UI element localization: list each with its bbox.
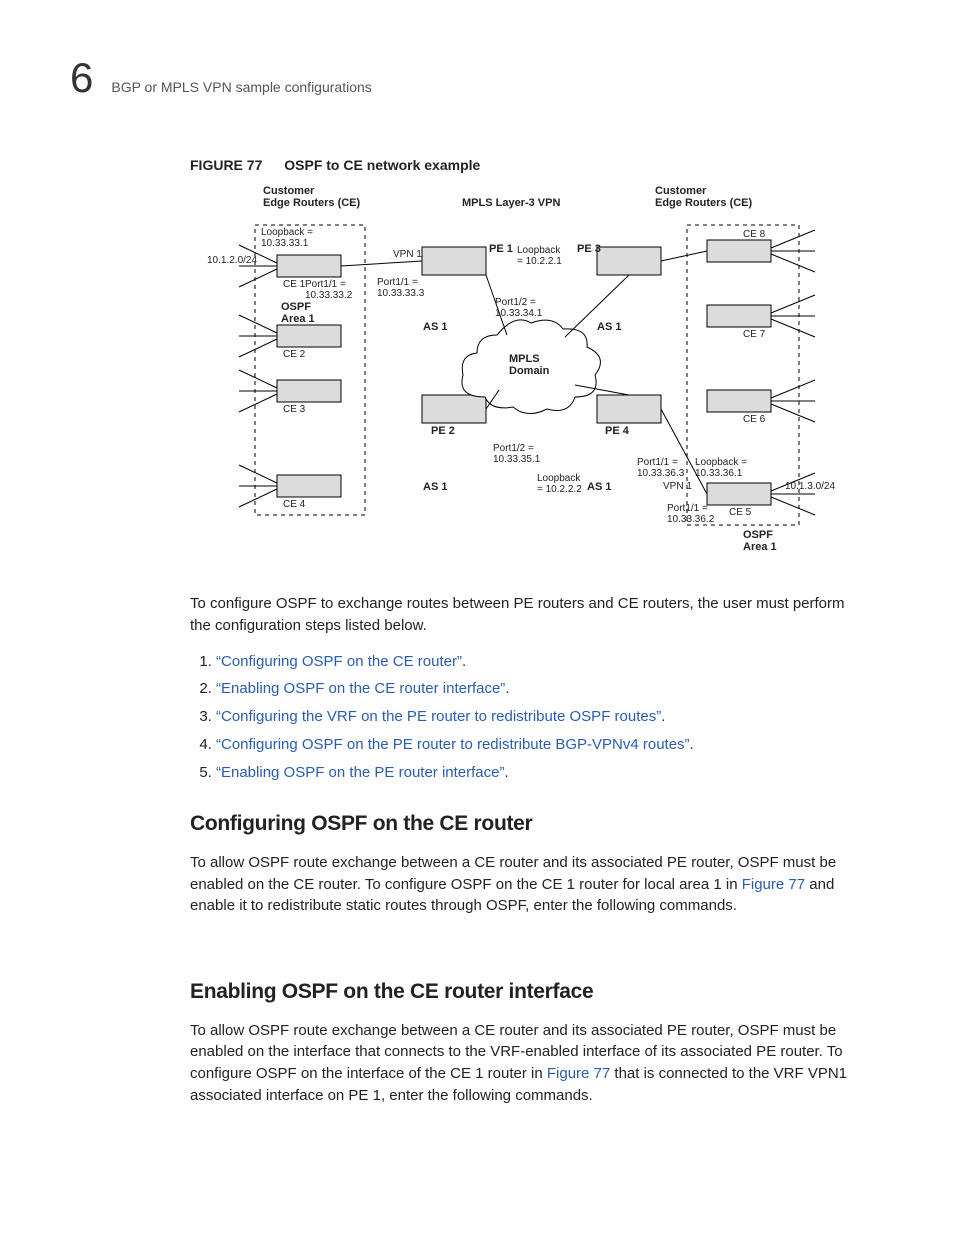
step-link[interactable]: “Configuring the VRF on the PE router to… bbox=[216, 708, 661, 725]
label-pe3: PE 3 bbox=[577, 243, 601, 255]
label-r-port-b: Port1/1 = 10.33.36.2 bbox=[667, 503, 714, 525]
figure-caption: FIGURE 77 OSPF to CE network example bbox=[190, 155, 864, 175]
label-pe1: PE 1 bbox=[489, 243, 513, 255]
step-link[interactable]: “Enabling OSPF on the CE router interfac… bbox=[216, 680, 505, 697]
label-pe2-lb: Loopback = 10.2.2.2 bbox=[537, 473, 582, 495]
step-link[interactable]: “Enabling OSPF on the PE router interfac… bbox=[216, 764, 504, 781]
label-ce6: CE 6 bbox=[743, 414, 765, 425]
list-item: “Configuring the VRF on the PE router to… bbox=[216, 706, 864, 728]
label-as1b: AS 1 bbox=[423, 481, 447, 493]
label-r-lb: Loopback = 10.33.36.1 bbox=[695, 457, 747, 479]
figure-title: OSPF to CE network example bbox=[284, 157, 480, 173]
label-ce8: CE 8 bbox=[743, 229, 765, 240]
label-pe1-lb: Loopback = 10.2.2.1 bbox=[517, 245, 562, 267]
label-pe4: PE 4 bbox=[605, 425, 629, 437]
step-link[interactable]: “Configuring OSPF on the PE router to re… bbox=[216, 736, 690, 753]
label-ce7: CE 7 bbox=[743, 329, 765, 340]
section2-paragraph: To allow OSPF route exchange between a C… bbox=[190, 1020, 864, 1107]
list-item: “Enabling OSPF on the CE router interfac… bbox=[216, 678, 864, 700]
chapter-number: 6 bbox=[70, 48, 93, 109]
figure-label: FIGURE 77 bbox=[190, 157, 262, 173]
section1-paragraph: To allow OSPF route exchange between a C… bbox=[190, 852, 864, 917]
label-r-port-a: Port1/1 = 10.33.36.3 bbox=[637, 457, 684, 479]
label-as1c: AS 1 bbox=[587, 481, 611, 493]
section-heading-configure-ce: Configuring OSPF on the CE router bbox=[190, 809, 864, 839]
label-ce2: CE 2 bbox=[283, 349, 305, 360]
section-heading-enable-ce-if: Enabling OSPF on the CE router interface bbox=[190, 977, 864, 1007]
label-ce4: CE 4 bbox=[283, 499, 305, 510]
label-pe1-port: Port1/1 = 10.33.33.3 bbox=[377, 277, 424, 299]
label-ce5: CE 5 bbox=[729, 507, 751, 518]
label-as1a: AS 1 bbox=[423, 321, 447, 333]
label-pe2: PE 2 bbox=[431, 425, 455, 437]
section1-text-a: To allow OSPF route exchange between a C… bbox=[190, 854, 836, 893]
list-item: “Configuring OSPF on the PE router to re… bbox=[216, 734, 864, 756]
label-vpn1-l: VPN 1 bbox=[393, 249, 422, 260]
label-ce-right-hdr: Customer Edge Routers (CE) bbox=[655, 185, 752, 209]
figure-ref-link[interactable]: Figure 77 bbox=[742, 876, 805, 893]
label-subnet-r: 10.1.3.0/24 bbox=[785, 481, 835, 492]
list-item: “Configuring OSPF on the CE router”. bbox=[216, 651, 864, 673]
figure-diagram: Customer Edge Routers (CE) MPLS Layer-3 … bbox=[237, 185, 817, 565]
list-item: “Enabling OSPF on the PE router interfac… bbox=[216, 762, 864, 784]
label-pe2-p12: Port1/2 = 10.33.35.1 bbox=[493, 443, 540, 465]
label-as1d: AS 1 bbox=[597, 321, 621, 333]
label-mpls-dom: MPLS Domain bbox=[509, 353, 549, 377]
figure-ref-link[interactable]: Figure 77 bbox=[547, 1065, 610, 1082]
step-link[interactable]: “Configuring OSPF on the CE router” bbox=[216, 653, 462, 670]
label-ce-left-hdr: Customer Edge Routers (CE) bbox=[263, 185, 360, 209]
label-ospf-area-l: OSPF Area 1 bbox=[281, 301, 315, 325]
label-loopback-l: Loopback = 10.33.33.1 bbox=[261, 227, 313, 249]
label-ospf-area-r: OSPF Area 1 bbox=[743, 529, 777, 553]
label-mpls-hdr: MPLS Layer-3 VPN bbox=[462, 197, 560, 209]
steps-list: “Configuring OSPF on the CE router”. “En… bbox=[190, 651, 864, 784]
label-ce1: CE 1 bbox=[283, 279, 305, 290]
running-title: BGP or MPLS VPN sample configurations bbox=[111, 77, 371, 97]
label-ce3: CE 3 bbox=[283, 404, 305, 415]
intro-paragraph: To configure OSPF to exchange routes bet… bbox=[190, 593, 864, 637]
label-pe1-p12: Port1/2 = 10.33.34.1 bbox=[495, 297, 542, 319]
running-header: 6 BGP or MPLS VPN sample configurations bbox=[70, 48, 884, 109]
label-ce1-port: Port1/1 = 10.33.33.2 bbox=[305, 279, 352, 301]
label-subnet-l: 10.1.2.0/24 bbox=[207, 255, 257, 266]
label-vpn1-r: VPN 1 bbox=[663, 481, 692, 492]
